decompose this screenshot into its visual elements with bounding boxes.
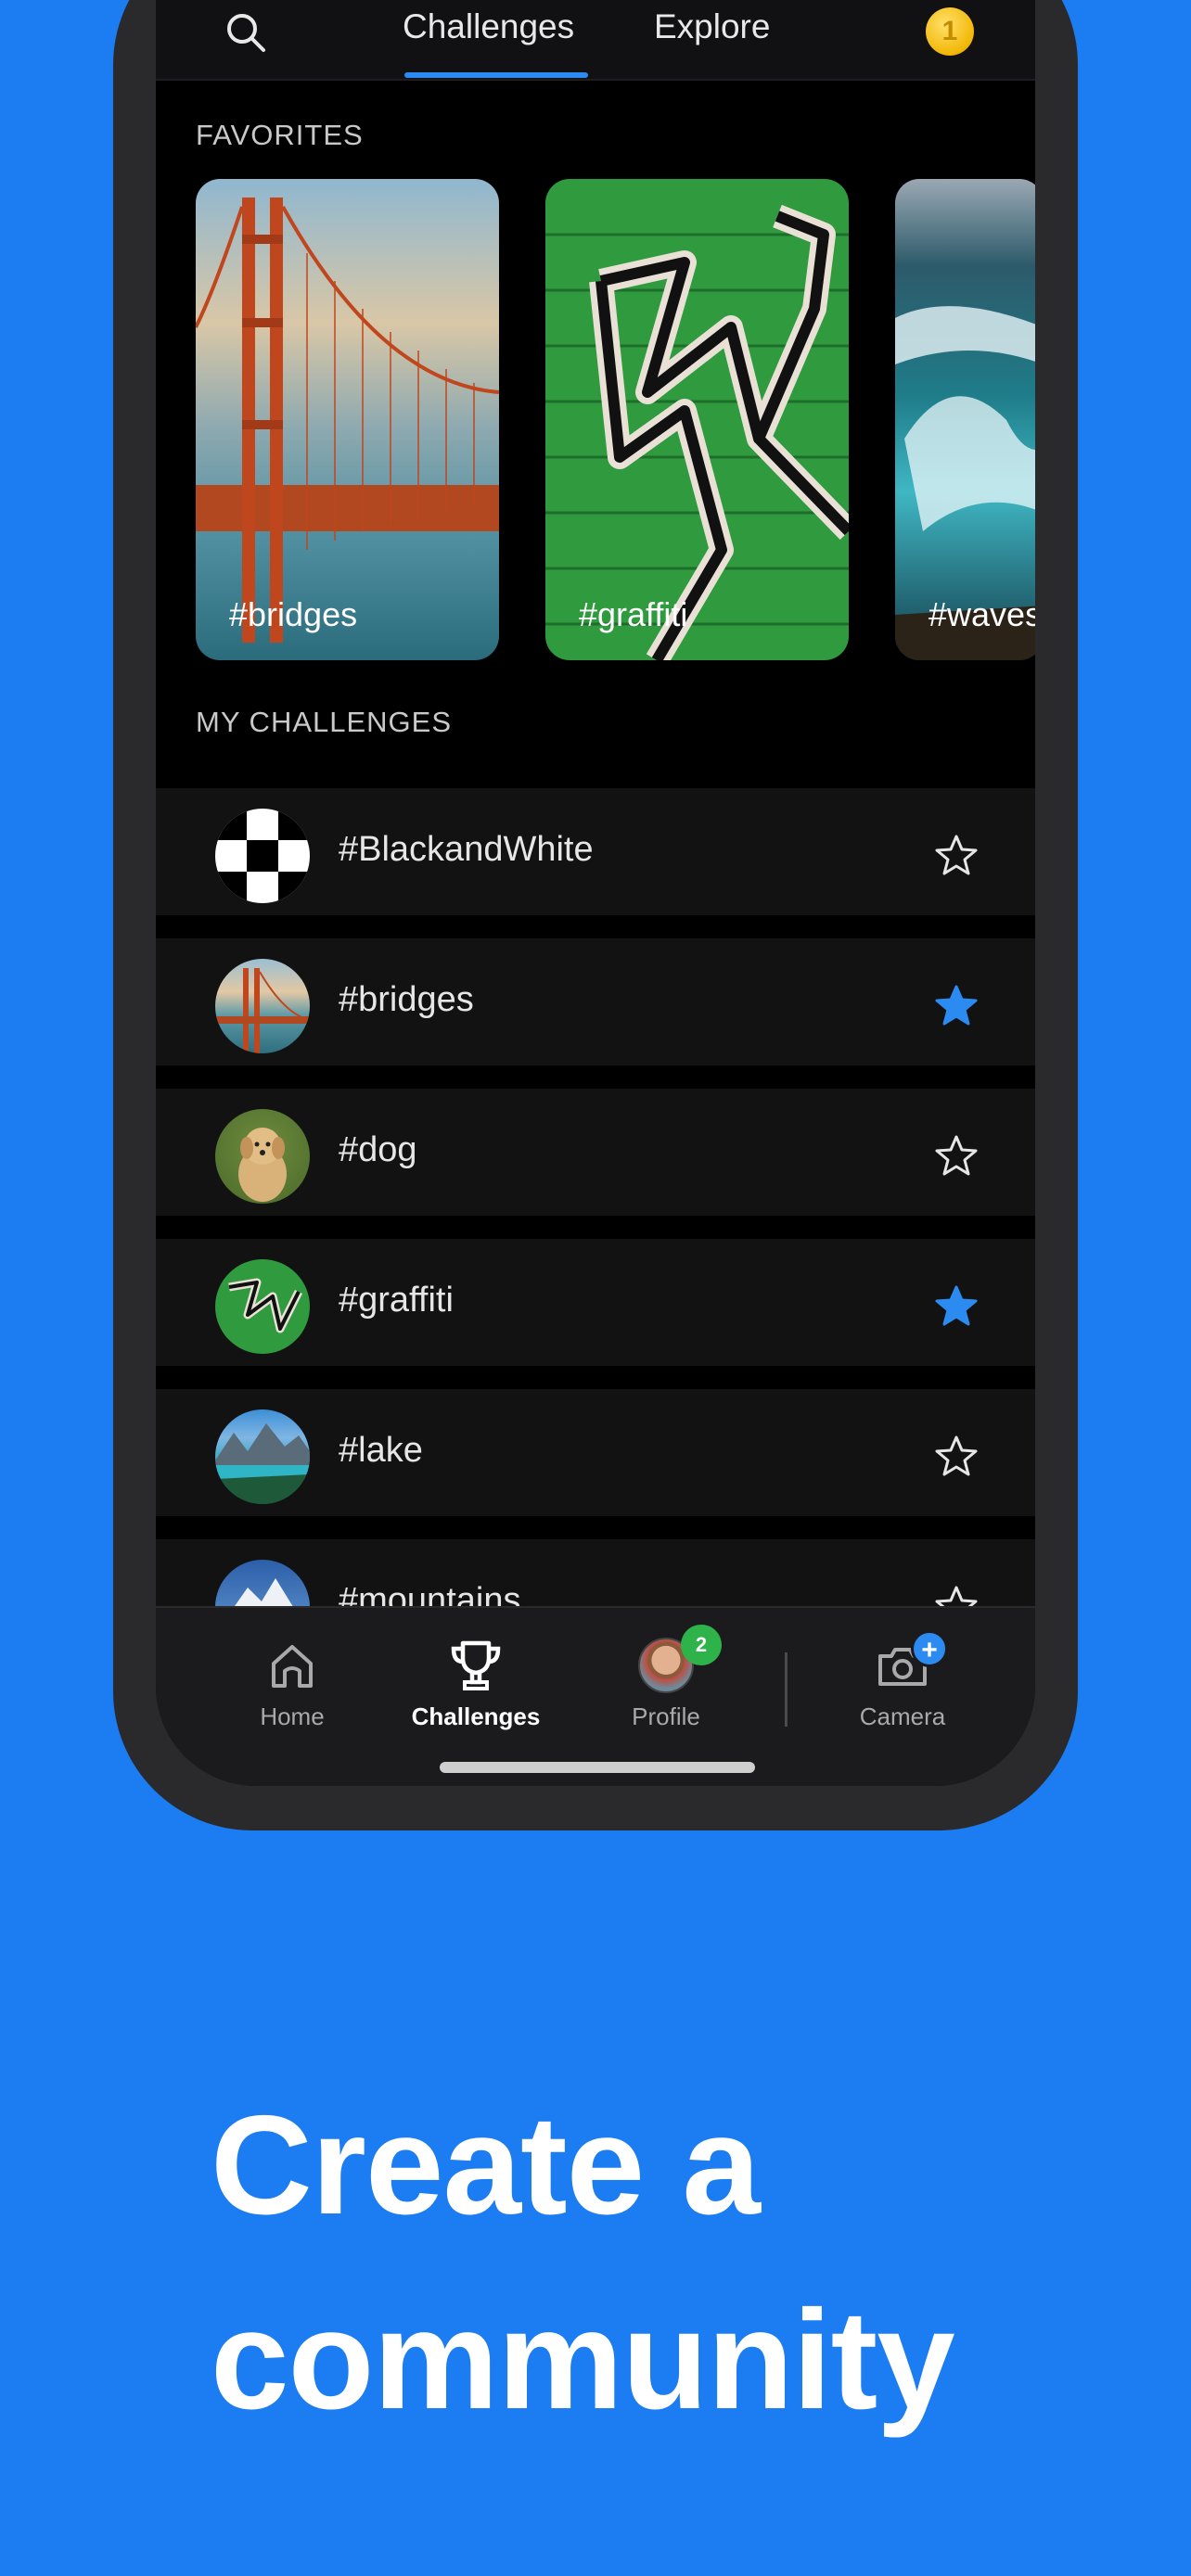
favorite-card-waves[interactable]: #waves: [895, 179, 1035, 660]
star-filled-icon[interactable]: [933, 1283, 980, 1330]
bottom-nav-bar: Home Challenges 2 Profile + Camera: [156, 1606, 1035, 1786]
tab-challenges[interactable]: Challenges: [403, 7, 574, 46]
nav-camera[interactable]: + Camera: [842, 1630, 963, 1731]
trophy-icon: [451, 1640, 501, 1690]
app-screen: Challenges Explore 1 FAVORITES #bridges: [156, 0, 1035, 1786]
favorites-section-label: FAVORITES: [196, 119, 364, 151]
coin-balance[interactable]: 1: [926, 7, 974, 56]
top-nav-bar: Challenges Explore 1: [156, 0, 1035, 81]
profile-notification-badge: 2: [681, 1625, 722, 1665]
challenge-label: #lake: [339, 1431, 423, 1470]
nav-home[interactable]: Home: [237, 1638, 348, 1731]
star-outline-icon[interactable]: [933, 1133, 980, 1180]
favorite-card-graffiti[interactable]: #graffiti: [545, 179, 849, 660]
nav-profile[interactable]: 2 Profile: [601, 1625, 731, 1731]
challenge-row-dog[interactable]: #dog: [156, 1089, 1035, 1216]
camera-add-badge: +: [911, 1630, 948, 1667]
headline-line-1: Create a: [211, 2086, 761, 2244]
nav-camera-label: Camera: [859, 1702, 946, 1730]
nav-challenges[interactable]: Challenges: [388, 1638, 564, 1731]
waves-image: [895, 306, 1035, 660]
favorite-card-label: #graffiti: [579, 595, 688, 633]
star-outline-icon[interactable]: [933, 833, 980, 879]
challenge-label: #graffiti: [339, 1281, 454, 1320]
tab-explore[interactable]: Explore: [654, 7, 770, 46]
challenge-thumbnail: [215, 959, 310, 1053]
headline-line-2: community: [211, 2281, 955, 2439]
challenge-label: #dog: [339, 1130, 417, 1169]
nav-divider: [785, 1652, 788, 1727]
challenge-thumbnail: [215, 1109, 310, 1204]
favorite-card-label: #bridges: [229, 595, 358, 633]
nav-home-label: Home: [260, 1702, 325, 1730]
nav-profile-label: Profile: [632, 1702, 700, 1730]
challenge-row-bridges[interactable]: #bridges: [156, 938, 1035, 1065]
home-icon: [272, 1645, 313, 1688]
star-filled-icon[interactable]: [933, 983, 980, 1029]
challenge-thumbnail: [215, 1259, 310, 1354]
challenge-label: #bridges: [339, 980, 474, 1019]
challenge-row-blackandwhite[interactable]: #BlackandWhite: [156, 788, 1035, 915]
star-outline-icon[interactable]: [933, 1434, 980, 1480]
bridge-image: [196, 198, 499, 643]
challenge-thumbnail: [215, 809, 310, 903]
challenge-row-lake[interactable]: #lake: [156, 1389, 1035, 1516]
promo-headline: Create a community: [211, 2068, 955, 2457]
challenge-row-graffiti[interactable]: #graffiti: [156, 1239, 1035, 1366]
my-challenges-section-label: MY CHALLENGES: [196, 706, 453, 738]
search-icon[interactable]: [223, 9, 269, 56]
favorite-card-label: #waves: [928, 595, 1035, 633]
home-indicator[interactable]: [440, 1762, 755, 1773]
challenge-thumbnail: [215, 1409, 310, 1504]
nav-challenges-label: Challenges: [411, 1702, 541, 1730]
favorite-card-bridges[interactable]: #bridges: [196, 179, 499, 660]
active-tab-indicator: [404, 72, 588, 78]
challenge-label: #BlackandWhite: [339, 830, 594, 869]
graffiti-image: [545, 204, 849, 660]
